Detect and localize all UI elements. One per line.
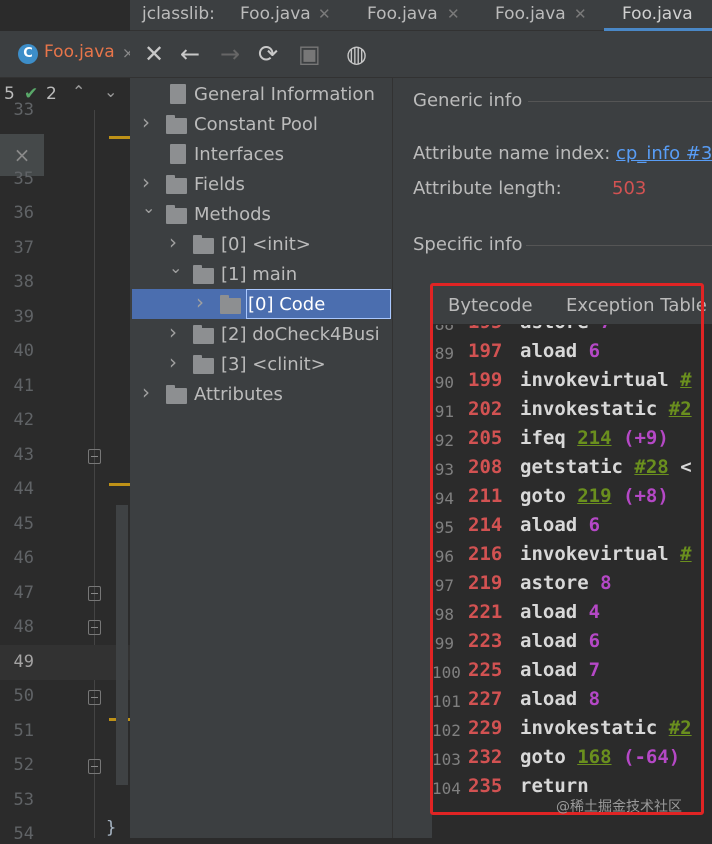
jclasslib-toolbar bbox=[130, 31, 712, 78]
tree-node-label: Fields bbox=[194, 174, 245, 195]
generic-info-title: Generic info bbox=[413, 90, 523, 111]
forward-arrow-icon[interactable]: → bbox=[220, 40, 240, 68]
section-divider bbox=[528, 101, 712, 102]
line-number: 36 bbox=[13, 203, 34, 223]
expand-arrow-icon[interactable]: › bbox=[169, 350, 177, 374]
tree-node-label: Methods bbox=[194, 204, 271, 225]
expand-arrow-icon[interactable]: › bbox=[142, 170, 150, 194]
attribute-name-index-label: Attribute name index: bbox=[413, 143, 611, 164]
tree-node-label: [3] <clinit> bbox=[221, 354, 326, 375]
file-icon bbox=[170, 144, 186, 164]
folder-icon bbox=[166, 385, 187, 404]
expand-arrow-icon[interactable]: › bbox=[169, 320, 177, 344]
collapse-arrow-icon[interactable]: ⌄ bbox=[169, 258, 182, 277]
line-number: 50 bbox=[13, 686, 34, 706]
specific-info-title: Specific info bbox=[413, 234, 523, 255]
fold-marker-icon[interactable] bbox=[88, 449, 101, 464]
fold-marker-icon[interactable] bbox=[88, 586, 101, 601]
folder-icon bbox=[220, 295, 241, 314]
attribute-name-index-link[interactable]: cp_info #39 bbox=[616, 143, 712, 164]
line-number: 40 bbox=[13, 341, 34, 361]
tree-node-label: [2] doCheck4Busi bbox=[221, 324, 380, 345]
fold-guide bbox=[94, 110, 95, 838]
code-closing-brace: } bbox=[106, 818, 117, 838]
tab-close-icon[interactable]: ✕ bbox=[447, 5, 460, 23]
expand-arrow-icon[interactable]: › bbox=[196, 290, 204, 314]
highlight-annotation-box bbox=[430, 283, 704, 815]
attribute-length-value: 503 bbox=[612, 178, 647, 199]
line-number: 38 bbox=[13, 272, 34, 292]
folder-icon bbox=[166, 115, 187, 134]
ok-count[interactable]: 2 bbox=[46, 84, 57, 104]
jclasslib-label: jclasslib: bbox=[142, 4, 215, 24]
expand-arrow-icon[interactable]: › bbox=[142, 110, 150, 134]
jclasslib-tab-bar: jclasslib: Foo.java ✕ Foo.java ✕ Foo.jav… bbox=[130, 0, 712, 31]
save-icon[interactable]: ▣ bbox=[298, 40, 321, 68]
file-icon bbox=[170, 84, 186, 104]
expand-arrow-icon[interactable]: › bbox=[142, 380, 150, 404]
folder-icon bbox=[166, 175, 187, 194]
line-number: 46 bbox=[13, 548, 34, 568]
watermark: @稀土掘金技术社区 bbox=[556, 799, 682, 815]
line-number: 41 bbox=[13, 376, 34, 396]
editor-tab-foo-java[interactable]: Foo.java bbox=[44, 42, 115, 62]
tab-foo-java-active[interactable]: Foo.java bbox=[622, 4, 693, 24]
tab-foo-java-3[interactable]: Foo.java bbox=[495, 4, 566, 24]
expand-arrow-icon[interactable]: › bbox=[169, 230, 177, 254]
line-number: 42 bbox=[13, 410, 34, 430]
tree-node-label: General Information bbox=[194, 84, 375, 105]
line-number: 49 bbox=[13, 652, 34, 672]
editor-scrollbar-thumb[interactable] bbox=[116, 505, 128, 785]
fold-marker-icon[interactable] bbox=[88, 690, 101, 705]
folder-icon bbox=[193, 355, 214, 374]
line-number: 43 bbox=[13, 445, 34, 465]
tree-node-label: Constant Pool bbox=[194, 114, 318, 135]
line-number: 47 bbox=[13, 583, 34, 603]
line-number: 44 bbox=[13, 479, 34, 499]
refresh-icon[interactable]: ⟳ bbox=[258, 40, 278, 68]
change-marker bbox=[109, 136, 130, 139]
section-divider bbox=[526, 245, 712, 246]
tab-foo-java-2[interactable]: Foo.java bbox=[367, 4, 438, 24]
folder-icon bbox=[193, 235, 214, 254]
web-globe-icon[interactable]: ◍ bbox=[346, 40, 367, 68]
tree-node-label: [0] <init> bbox=[221, 234, 311, 255]
line-number: 33 bbox=[13, 100, 34, 120]
tree-node-label: [0] Code bbox=[248, 294, 326, 315]
line-number: 37 bbox=[13, 238, 34, 258]
tab-close-icon[interactable]: ✕ bbox=[318, 5, 331, 23]
line-number: 54 bbox=[13, 824, 34, 844]
tree-node-label: Attributes bbox=[194, 384, 283, 405]
folder-icon bbox=[193, 325, 214, 344]
line-number: 53 bbox=[13, 790, 34, 810]
line-number: 48 bbox=[13, 617, 34, 637]
collapse-arrow-icon[interactable]: ⌄ bbox=[142, 198, 155, 217]
tab-close-icon[interactable]: ✕ bbox=[574, 5, 587, 23]
previous-highlight-icon[interactable]: ⌃ bbox=[72, 82, 85, 101]
back-arrow-icon[interactable]: ← bbox=[180, 40, 200, 68]
java-class-icon: C bbox=[18, 44, 38, 64]
tree-node-label: Interfaces bbox=[194, 144, 284, 165]
folder-icon bbox=[166, 205, 187, 224]
fold-marker-icon[interactable] bbox=[88, 620, 101, 635]
folder-icon bbox=[193, 265, 214, 284]
change-marker bbox=[109, 483, 130, 486]
next-highlight-icon[interactable]: ⌄ bbox=[104, 82, 117, 101]
attribute-length-label: Attribute length: bbox=[413, 178, 562, 199]
tree-node-label: [1] main bbox=[221, 264, 298, 285]
line-number: 51 bbox=[13, 721, 34, 741]
line-number: 35 bbox=[13, 169, 34, 189]
fold-marker-icon[interactable] bbox=[88, 759, 101, 774]
line-number: 52 bbox=[13, 755, 34, 775]
line-number: 39 bbox=[13, 307, 34, 327]
tab-foo-java-1[interactable]: Foo.java bbox=[240, 4, 311, 24]
line-number: 45 bbox=[13, 514, 34, 534]
close-icon[interactable]: ✕ bbox=[144, 40, 164, 68]
